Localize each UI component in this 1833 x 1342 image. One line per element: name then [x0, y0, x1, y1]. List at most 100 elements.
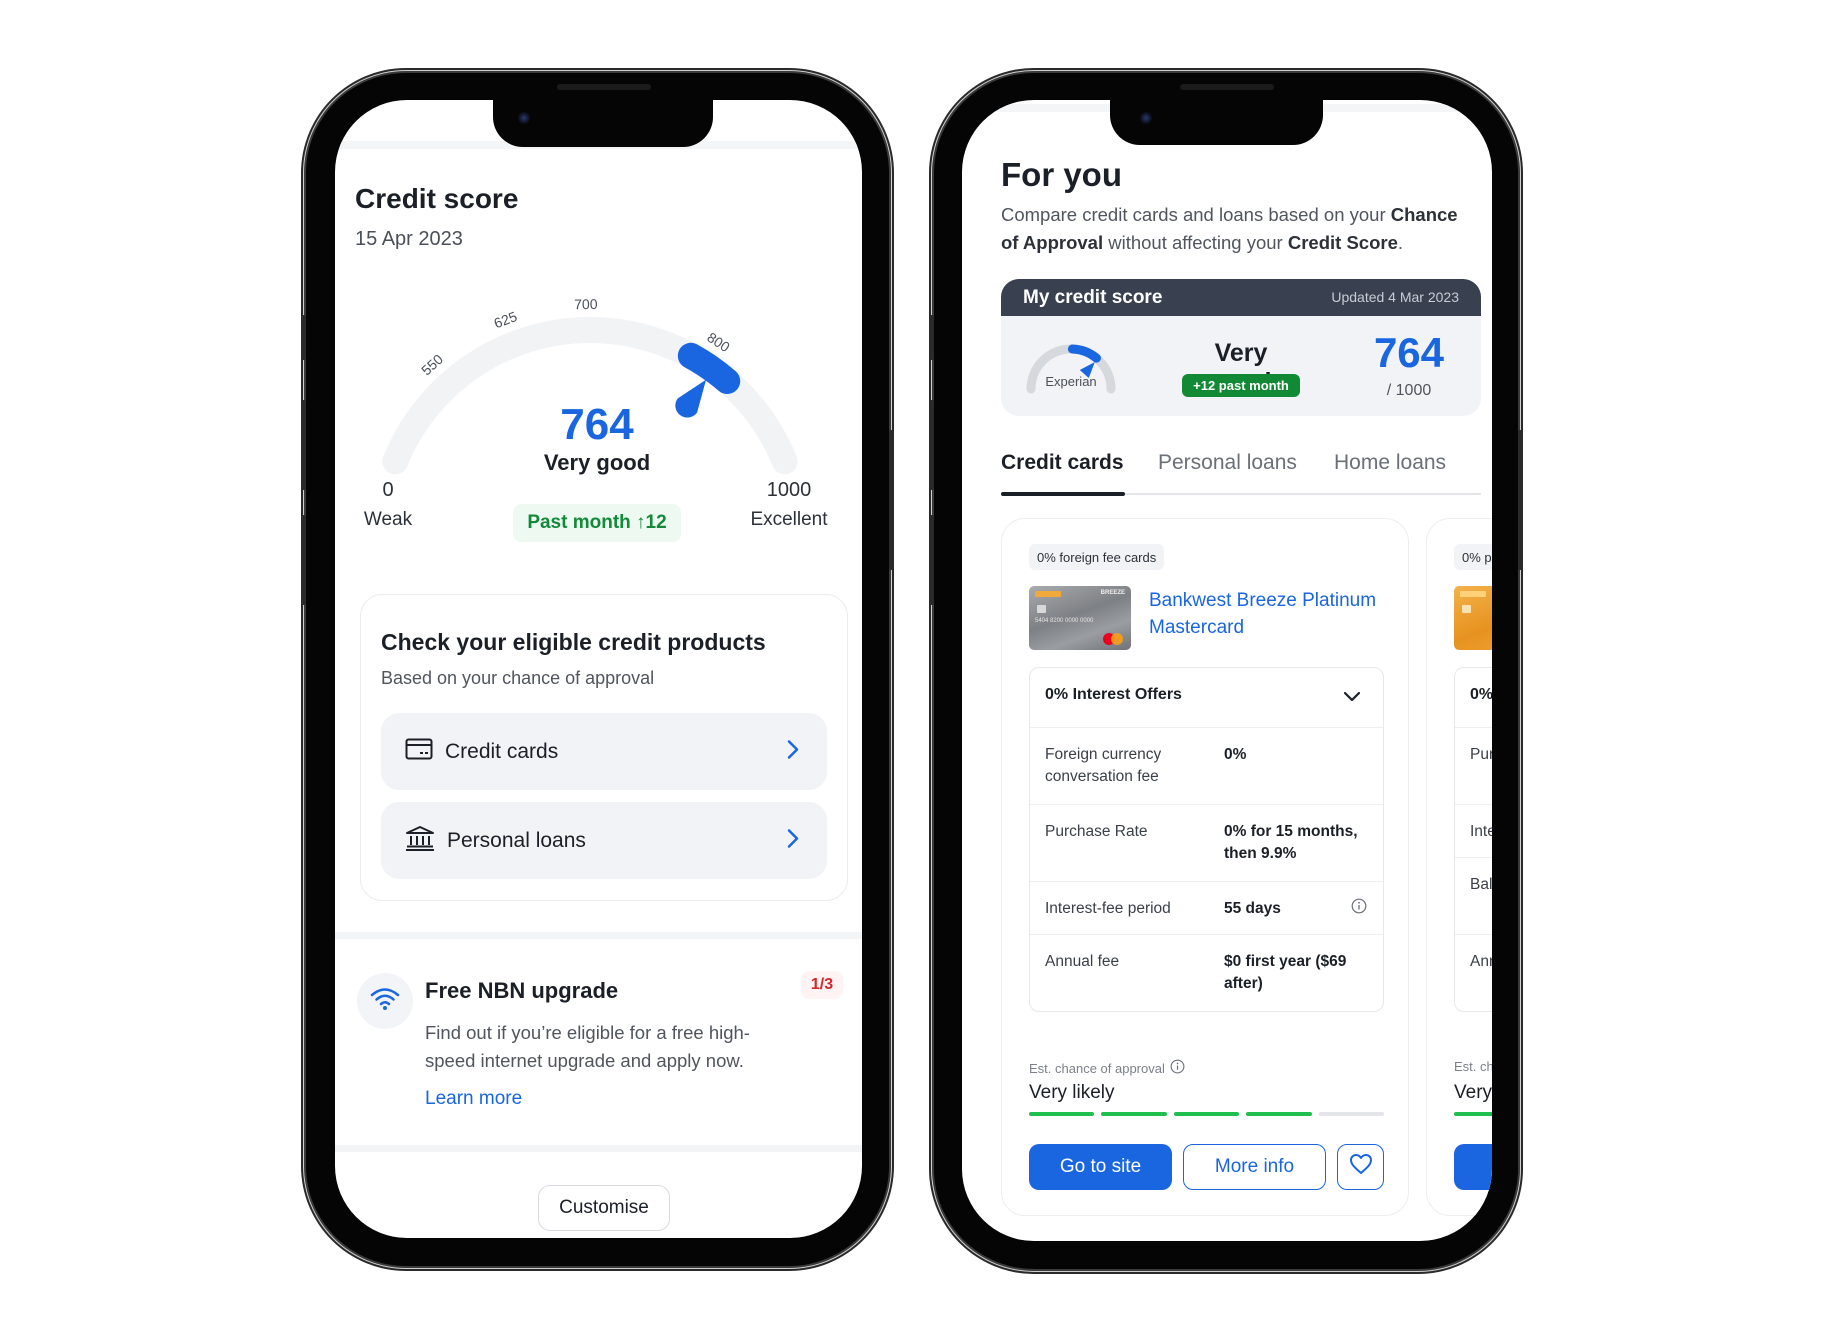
- product-name-line: Bankwest Breeze Platinum: [1149, 590, 1377, 611]
- earpiece-speaker: [1180, 84, 1274, 90]
- card-bank-logo: [1035, 591, 1061, 597]
- product-name-line: Mastercard: [1149, 617, 1245, 638]
- nav-personal-loans[interactable]: Personal loans: [381, 802, 827, 879]
- interest-offers-dropdown[interactable]: 0% Interest Offers: [1030, 668, 1383, 727]
- section-divider: [335, 932, 862, 939]
- approval-meter-segment: [1246, 1112, 1312, 1116]
- front-camera: [1140, 112, 1152, 124]
- card-brand-text: BREEZE: [1100, 590, 1125, 596]
- chevron-right-icon: [787, 828, 799, 853]
- mini-credit-gauge: Experian: [1026, 344, 1116, 394]
- product-category-tag: 0% purc: [1454, 544, 1492, 570]
- approval-value: Very likely: [1029, 1082, 1115, 1103]
- feature-row: Interest-fee period 55 days: [1030, 881, 1383, 934]
- feature-key: Annu: [1470, 953, 1492, 970]
- feature-row: Purchase Rate 0% for 15 months, then 9.9%: [1030, 804, 1383, 881]
- score-card-max: / 1000: [1386, 382, 1432, 399]
- approval-meter-segment: [1318, 1112, 1384, 1116]
- tab-credit-cards[interactable]: Credit cards: [1001, 451, 1124, 475]
- features-table: 0% Interest Offers Foreign currency conve…: [1029, 667, 1384, 1012]
- feature-row: Annual fee $0 first year ($69 after): [1030, 934, 1383, 1011]
- description-text: without affecting your: [1103, 232, 1288, 253]
- left-phone-screen: Credit score 15 Apr 2023 550 625 700 800…: [335, 100, 862, 1238]
- card-number-text: 5404 8200 0000 0000: [1035, 618, 1094, 624]
- nav-credit-cards[interactable]: Credit cards: [381, 713, 827, 790]
- customise-button[interactable]: Customise: [538, 1185, 670, 1231]
- gauge-min-label: 0: [382, 479, 394, 501]
- wifi-icon-badge: [357, 973, 413, 1029]
- mastercard-logo-orange: [1111, 633, 1123, 645]
- credit-score-rating: Very good: [543, 450, 651, 475]
- gauge-highlight-arc: [677, 342, 741, 395]
- left-phone-volume-up: [301, 400, 306, 490]
- earpiece-speaker: [557, 84, 651, 90]
- feature-row: Annu: [1455, 934, 1492, 1011]
- feature-value-line: 0%: [1224, 746, 1247, 763]
- description-bold: Credit Score: [1287, 232, 1398, 253]
- approval-meter-segment: [1454, 1112, 1492, 1116]
- my-credit-score-card[interactable]: My credit score Updated 4 Mar 2023 Exper…: [1001, 279, 1481, 416]
- gauge-tick-label: 700: [574, 296, 598, 312]
- section-divider: [335, 1145, 862, 1152]
- credit-score-value: 764: [560, 400, 634, 449]
- left-phone-volume-down: [301, 515, 306, 605]
- gauge-tick-label: 625: [492, 308, 520, 331]
- score-change-pill: +12 past month: [1182, 374, 1300, 397]
- credit-card-image: BREEZE 5404 8200 0000 0000: [1029, 586, 1131, 650]
- product-card: 0% foreign fee cards BREEZE 5404 8200 00…: [1001, 518, 1409, 1216]
- score-card-header: My credit score Updated 4 Mar 2023: [1001, 279, 1481, 316]
- info-icon[interactable]: [1170, 1059, 1185, 1077]
- credit-card-image: [1454, 586, 1492, 650]
- feature-value-line: $0 first year ($69: [1224, 953, 1347, 970]
- card-chip: [1037, 605, 1046, 613]
- approval-value: Very li: [1454, 1082, 1492, 1103]
- go-to-site-button[interactable]: Go to site: [1029, 1144, 1172, 1190]
- feature-value: $0 first year ($69 after): [1224, 951, 1346, 995]
- feature-key: Balan: [1470, 876, 1492, 893]
- learn-more-link[interactable]: Learn more: [425, 1088, 522, 1110]
- tab-personal-loans[interactable]: Personal loans: [1158, 451, 1297, 475]
- score-card-title: My credit score: [1023, 287, 1163, 308]
- more-info-button[interactable]: More info: [1183, 1144, 1326, 1190]
- eligible-products-title: Check your eligible credit products: [381, 629, 766, 655]
- bank-icon: [405, 825, 435, 856]
- score-card-updated: Updated 4 Mar 2023: [1331, 289, 1459, 305]
- feature-value-line: 0% for 15 months,: [1224, 823, 1358, 840]
- nav-credit-cards-label: Credit cards: [445, 739, 559, 763]
- favorite-button[interactable]: [1337, 1144, 1384, 1190]
- description-text: .: [1397, 232, 1404, 253]
- mini-gauge-fill: [1067, 344, 1101, 363]
- page-title: For you: [1001, 156, 1122, 193]
- eligible-products-subtitle: Based on your chance of approval: [381, 668, 655, 688]
- gauge-min-word: Weak: [363, 509, 413, 530]
- promo-description-line: Find out if you’re eligible for a free h…: [425, 1022, 750, 1043]
- right-phone-screen: For you Compare credit cards and loans b…: [962, 100, 1492, 1241]
- promo-description-line: speed internet upgrade and apply now.: [425, 1050, 744, 1071]
- approval-meter-segment: [1029, 1112, 1095, 1116]
- promo-counter: 1/3: [801, 971, 843, 999]
- feature-value-line: after): [1224, 975, 1263, 992]
- product-name-link[interactable]: Bankwest Breeze Platinum Mastercard: [1149, 587, 1376, 641]
- tab-home-loans[interactable]: Home loans: [1334, 451, 1446, 475]
- approval-label-text: Est. chance of approval: [1029, 1060, 1165, 1076]
- interest-offers-label: 0% Interest Offers: [1045, 686, 1182, 703]
- feature-value-line: then 9.9%: [1224, 845, 1297, 862]
- eligible-products-card: Check your eligible credit products Base…: [360, 594, 848, 901]
- feature-key: Purch: [1470, 746, 1492, 763]
- info-icon[interactable]: [1351, 898, 1367, 919]
- provider-label: Experian: [1045, 374, 1096, 389]
- features-table: 0% In Purch Intere Balan Annu: [1454, 667, 1492, 1012]
- interest-offers-label: 0% In: [1470, 686, 1492, 703]
- score-change-pill: Past month ↑12: [513, 504, 681, 542]
- left-phone-power-button: [889, 430, 894, 570]
- interest-offers-dropdown[interactable]: 0% In: [1455, 668, 1492, 727]
- feature-value: 55 days: [1224, 900, 1281, 917]
- front-camera: [518, 112, 530, 124]
- score-card-score: 764: [1373, 329, 1445, 376]
- product-card: 0% purc 0% In Purch Intere Balan Annu Es…: [1426, 518, 1492, 1216]
- feature-key-line: conversation fee: [1045, 768, 1159, 785]
- go-to-site-button[interactable]: Go: [1454, 1144, 1492, 1190]
- feature-key: Intere: [1470, 823, 1492, 840]
- feature-key: Interest-fee period: [1045, 900, 1171, 917]
- approval-meter: [1029, 1112, 1384, 1116]
